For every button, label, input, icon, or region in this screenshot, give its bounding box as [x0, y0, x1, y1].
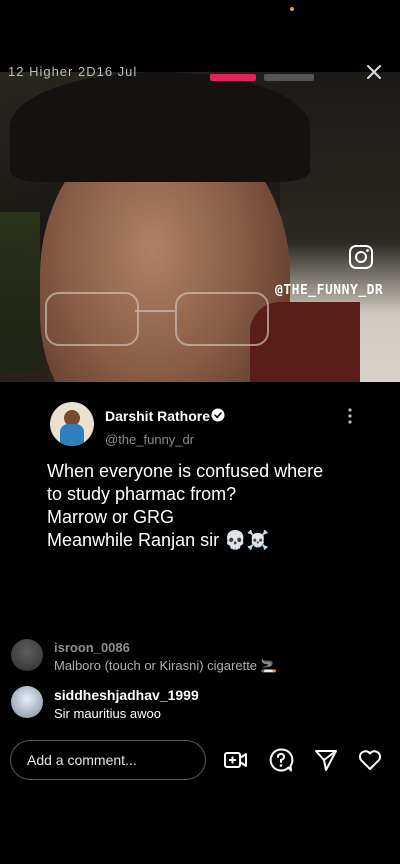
tweet-author-handle: @the_funny_dr [105, 432, 195, 447]
glasses-bridge [135, 310, 175, 312]
watermark-handle: @THE_FUNNY_DR [275, 283, 384, 298]
tweet-line: Meanwhile Ranjan sir 💀☠️ [47, 530, 269, 550]
more-options-icon[interactable] [346, 406, 354, 426]
tweet-text: When everyone is confused where to study… [47, 460, 367, 552]
video-frame[interactable] [0, 72, 400, 382]
comment-username[interactable]: siddheshjadhav_1999 [54, 687, 199, 703]
instagram-icon [349, 245, 373, 269]
tweet-line: to study pharmac from? [47, 484, 237, 504]
heart-icon[interactable] [357, 747, 383, 773]
person-hair [10, 72, 310, 182]
comment-text: Malboro (touch or Kirasni) cigarette 🚬 [54, 658, 277, 673]
camera-dot [290, 7, 294, 11]
comment-avatar[interactable] [11, 639, 43, 671]
verified-badge-icon [211, 408, 225, 422]
comment-username[interactable]: isroon_0086 [54, 640, 130, 655]
add-guest-video-icon[interactable] [223, 747, 249, 773]
question-icon[interactable] [268, 747, 294, 773]
close-icon[interactable] [364, 62, 384, 82]
comment-input[interactable] [10, 740, 206, 780]
share-icon[interactable] [313, 747, 339, 773]
glasses-right-lens [175, 292, 269, 346]
story-progress-pending [264, 74, 314, 81]
glasses-left-lens [45, 292, 139, 346]
tweet-author-name: Darshit Rathore [105, 408, 211, 424]
comment-avatar[interactable] [11, 686, 43, 718]
comment-text: Sir mauritius awoo [54, 706, 161, 721]
background-plant [0, 212, 40, 372]
tweet-line: When everyone is confused where [47, 461, 324, 481]
tweet-line: Marrow or GRG [47, 507, 175, 527]
story-header-text: 12 Higher 2D16 Jul [8, 64, 138, 79]
tweet-avatar [50, 402, 94, 446]
story-progress-active [210, 74, 256, 81]
